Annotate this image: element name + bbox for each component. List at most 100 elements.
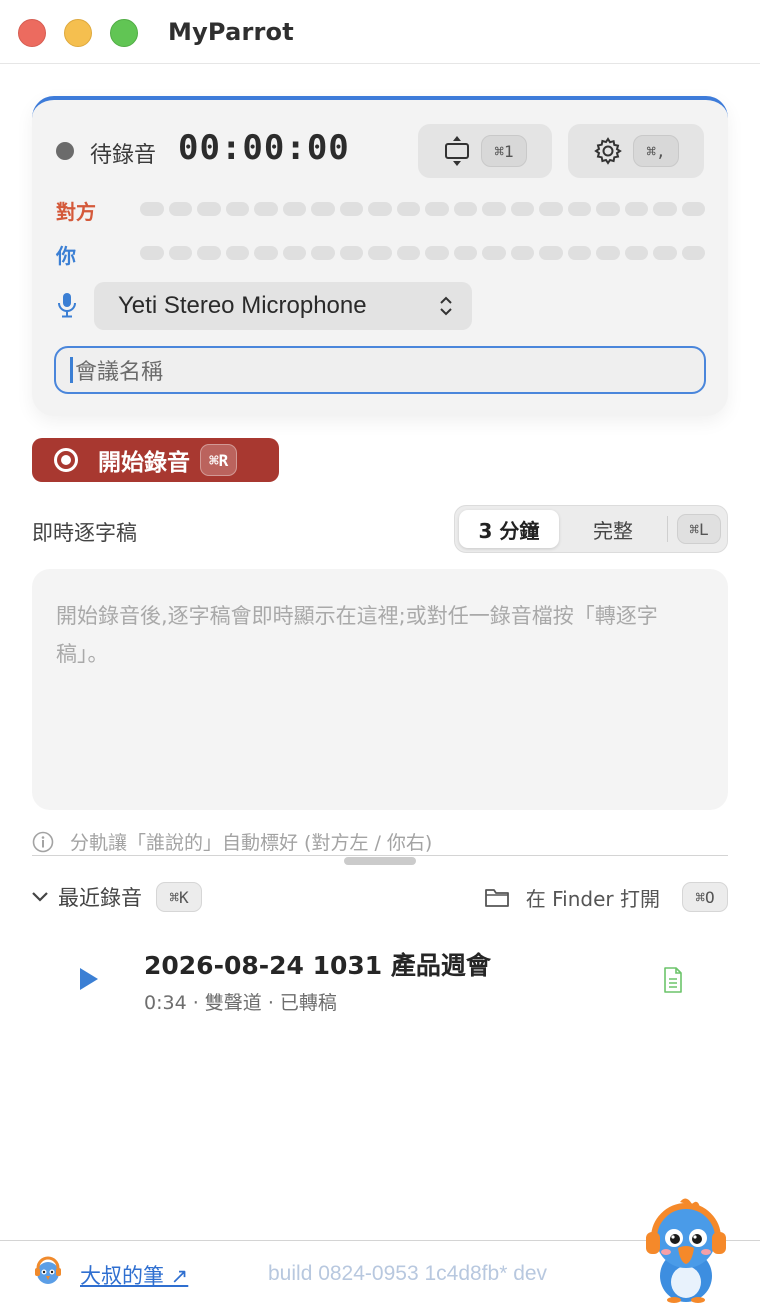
level-segment <box>596 246 620 260</box>
compact-mode-shortcut: ⌘1 <box>481 135 527 167</box>
level-segment <box>225 246 249 260</box>
level-segment <box>140 202 164 216</box>
author-link[interactable]: 大叔的筆 ↗ <box>80 1260 188 1290</box>
level-segment <box>368 202 392 216</box>
level-segment <box>254 202 278 216</box>
microphone-select[interactable]: Yeti Stereo Microphone <box>94 282 472 330</box>
transcript-range-shortcut: ⌘L <box>677 514 721 544</box>
meeting-name-placeholder: 會議名稱 <box>75 360 164 385</box>
level-segment <box>510 246 534 260</box>
start-recording-button[interactable]: 開始錄音 ⌘R <box>32 438 279 482</box>
level-segment <box>539 202 563 216</box>
recent-recordings-shortcut: ⌘K <box>156 882 202 912</box>
recent-recordings-toggle[interactable]: 最近錄音 ⌘K <box>30 882 202 912</box>
play-icon[interactable] <box>78 966 100 992</box>
meeting-name-input[interactable]: 會議名稱 <box>54 346 706 394</box>
channel-you-label: 你 <box>56 244 76 268</box>
level-segment <box>396 246 420 260</box>
compact-mode-button[interactable]: ⌘1 <box>418 124 552 178</box>
level-segment <box>197 246 221 260</box>
level-segment <box>567 202 591 216</box>
level-segment <box>368 246 392 260</box>
move-window-icon <box>445 136 469 166</box>
transcript-range-control: 3 分鐘 完整 ⌘L <box>454 505 728 553</box>
range-option-3min[interactable]: 3 分鐘 <box>459 510 559 548</box>
level-segment <box>624 246 648 260</box>
info-icon <box>32 831 54 852</box>
zoom-window-button[interactable] <box>110 19 138 47</box>
level-segment <box>197 202 221 216</box>
level-segment <box>482 202 506 216</box>
open-in-finder-shortcut: ⌘O <box>682 882 728 912</box>
recording-timer: 00:00:00 <box>178 128 350 168</box>
level-segment <box>453 246 477 260</box>
microphone-select-value: Yeti Stereo Microphone <box>118 292 367 319</box>
folder-icon <box>484 889 509 907</box>
level-segment <box>681 246 705 260</box>
settings-shortcut: ⌘, <box>633 135 679 167</box>
select-chevron-icon <box>440 296 452 316</box>
level-segment <box>539 246 563 260</box>
recording-title: 2026-08-24 1031 產品週會 <box>144 951 491 980</box>
level-segment <box>425 246 449 260</box>
level-segment <box>596 202 620 216</box>
level-segment <box>282 202 306 216</box>
level-meter-you <box>140 246 705 260</box>
level-segment <box>567 246 591 260</box>
level-segment <box>624 202 648 216</box>
recording-meta: 0:34 · 雙聲道 · 已轉稿 <box>144 992 337 1014</box>
level-segment <box>653 246 677 260</box>
title-bar: MyParrot <box>0 0 760 64</box>
level-segment <box>254 246 278 260</box>
settings-button[interactable]: ⌘, <box>568 124 704 178</box>
section-divider <box>32 855 728 856</box>
start-recording-label: 開始錄音 <box>98 450 190 476</box>
level-segment <box>225 202 249 216</box>
level-segment <box>681 202 705 216</box>
resize-handle[interactable] <box>344 857 416 865</box>
level-segment <box>311 246 335 260</box>
recorder-panel: 待錄音 00:00:00 ⌘1 ⌘, 對方 你 Yeti Stereo Micr… <box>32 96 728 416</box>
transcript-title: 即時逐字稿 <box>32 521 137 545</box>
channel-hint: 分軌讓「誰說的」自動標好 (對方左 / 你右) <box>32 828 432 855</box>
build-info: build 0824-0953 1c4d8fb* dev <box>268 1262 548 1285</box>
level-segment <box>482 246 506 260</box>
segment-divider <box>667 516 668 542</box>
level-segment <box>339 246 363 260</box>
level-segment <box>311 202 335 216</box>
level-meter-other <box>140 202 705 216</box>
close-window-button[interactable] <box>18 19 46 47</box>
level-segment <box>425 202 449 216</box>
minimize-window-button[interactable] <box>64 19 92 47</box>
level-segment <box>168 246 192 260</box>
open-in-finder-button[interactable]: 在 Finder 打開 ⌘O <box>484 882 728 912</box>
document-icon[interactable] <box>662 966 684 994</box>
parrot-avatar-icon <box>35 1256 61 1284</box>
microphone-icon <box>58 293 76 318</box>
level-segment <box>653 202 677 216</box>
channel-other-label: 對方 <box>56 200 96 224</box>
level-segment <box>510 202 534 216</box>
level-segment <box>396 202 420 216</box>
gear-icon <box>594 137 622 165</box>
recording-status-indicator <box>56 142 74 160</box>
live-transcript-area[interactable]: 開始錄音後,逐字稿會即時顯示在這裡;或對任一錄音檔按「轉逐字稿」。 <box>32 569 728 810</box>
window-title: MyParrot <box>168 18 294 46</box>
range-option-full[interactable]: 完整 <box>563 510 663 548</box>
transcript-placeholder: 開始錄音後,逐字稿會即時顯示在這裡;或對任一錄音檔按「轉逐字稿」。 <box>56 604 658 666</box>
level-segment <box>140 246 164 260</box>
level-segment <box>453 202 477 216</box>
parrot-mascot <box>646 1198 726 1303</box>
text-caret <box>70 357 73 383</box>
level-segment <box>339 202 363 216</box>
open-in-finder-label: 在 Finder 打開 <box>525 886 660 911</box>
recent-recordings-title: 最近錄音 <box>58 886 142 910</box>
recording-list-item[interactable]: 2026-08-24 1031 產品週會 0:34 · 雙聲道 · 已轉稿 <box>32 940 728 1020</box>
recording-status-label: 待錄音 <box>90 143 157 168</box>
record-icon <box>54 448 78 472</box>
chevron-down-icon <box>32 892 48 902</box>
channel-hint-text: 分軌讓「誰說的」自動標好 (對方左 / 你右) <box>70 832 433 854</box>
level-segment <box>168 202 192 216</box>
start-recording-shortcut: ⌘R <box>200 444 238 476</box>
level-segment <box>282 246 306 260</box>
